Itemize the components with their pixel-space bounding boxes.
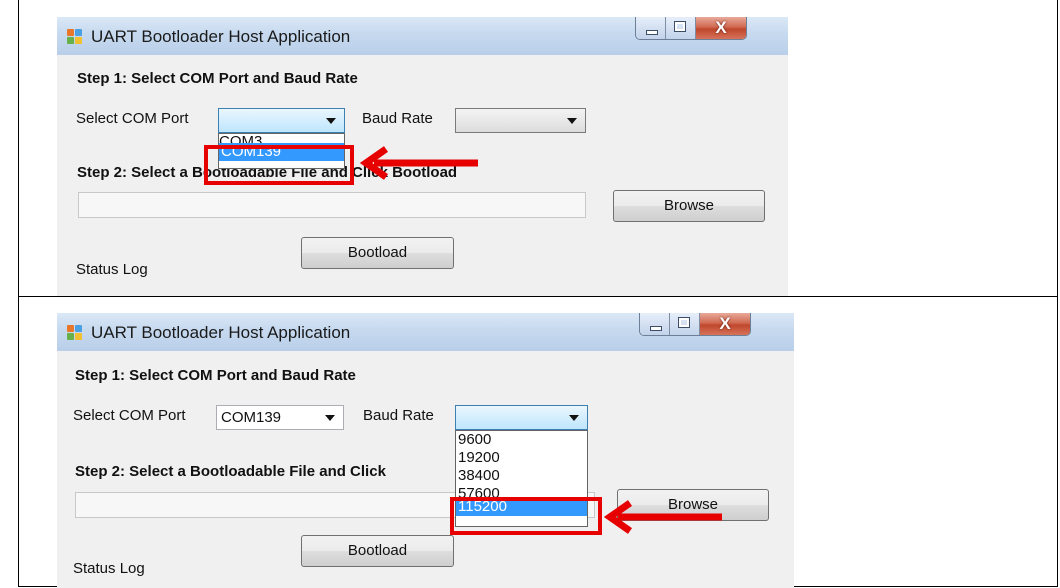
minimize-button[interactable] — [636, 17, 666, 39]
title-bar[interactable]: UART Bootloader Host Application X — [57, 17, 788, 55]
chevron-down-icon — [567, 118, 577, 124]
baud-rate-label: Baud Rate — [362, 110, 433, 127]
com-port-dropdown[interactable]: COM139 — [216, 405, 344, 430]
maximize-button[interactable] — [666, 17, 696, 39]
app-icon — [67, 29, 83, 45]
com-port-label: Select COM Port — [73, 407, 186, 424]
file-path-field[interactable] — [78, 192, 586, 218]
window-title: UART Bootloader Host Application — [91, 27, 351, 46]
app-window-bottom: UART Bootloader Host Application X Step … — [57, 313, 794, 588]
title-bar[interactable]: UART Bootloader Host Application X — [57, 313, 794, 351]
step1-heading: Step 1: Select COM Port and Baud Rate — [75, 367, 356, 384]
highlight-box — [450, 497, 602, 535]
baud-rate-dropdown[interactable] — [455, 405, 588, 430]
close-icon: X — [715, 18, 727, 37]
status-log-label: Status Log — [73, 560, 145, 577]
list-item[interactable]: 9600 — [456, 431, 587, 449]
figure-divider — [18, 296, 1058, 297]
pointer-arrow-icon — [360, 146, 478, 180]
list-item[interactable]: 38400 — [456, 467, 587, 485]
minimize-button[interactable] — [640, 313, 670, 335]
bootload-button[interactable]: Bootload — [301, 237, 454, 269]
window-title: UART Bootloader Host Application — [91, 323, 351, 342]
baud-rate-label: Baud Rate — [363, 407, 434, 424]
baud-rate-dropdown[interactable] — [455, 108, 586, 133]
com-port-value: COM139 — [221, 409, 282, 426]
chevron-down-icon — [569, 415, 579, 421]
chevron-down-icon — [326, 118, 336, 124]
close-icon: X — [719, 314, 731, 333]
com-port-dropdown[interactable] — [218, 108, 345, 133]
com-port-label: Select COM Port — [76, 110, 189, 127]
status-log-label: Status Log — [76, 261, 148, 278]
list-item[interactable]: 57600 — [456, 485, 587, 497]
maximize-button[interactable] — [670, 313, 700, 335]
bootload-button[interactable]: Bootload — [301, 535, 454, 567]
list-item[interactable]: 19200 — [456, 449, 587, 467]
highlight-box — [204, 145, 354, 185]
close-button[interactable]: X — [696, 17, 746, 39]
client-area: Step 1: Select COM Port and Baud Rate Se… — [57, 351, 794, 588]
close-button[interactable]: X — [700, 313, 750, 335]
app-icon — [67, 325, 83, 341]
browse-button[interactable]: Browse — [613, 190, 765, 222]
caption-buttons: X — [635, 17, 747, 40]
list-item[interactable]: COM3 — [219, 134, 344, 143]
pointer-arrow-icon — [604, 500, 722, 534]
chevron-down-icon — [325, 415, 335, 421]
caption-buttons: X — [639, 313, 751, 336]
step2-heading: Step 2: Select a Bootloadable File and C… — [75, 463, 386, 480]
step1-heading: Step 1: Select COM Port and Baud Rate — [77, 70, 358, 87]
